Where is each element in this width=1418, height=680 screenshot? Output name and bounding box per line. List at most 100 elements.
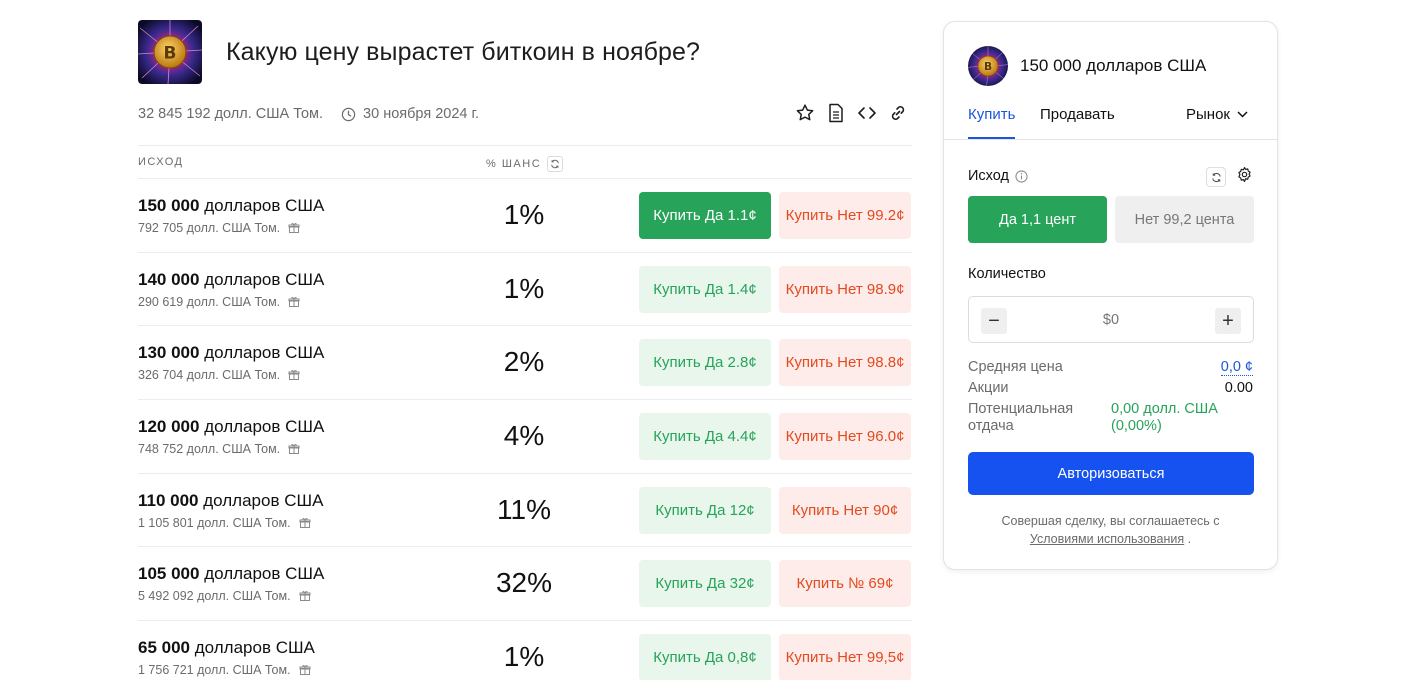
chevron-down-icon bbox=[1237, 111, 1248, 118]
buy-no-button[interactable]: Купить Нет 98.8¢ bbox=[779, 339, 911, 387]
buy-no-button[interactable]: Купить Нет 98.9¢ bbox=[779, 265, 911, 313]
gift-icon[interactable] bbox=[288, 222, 300, 234]
terms-link[interactable]: Условиями использования bbox=[1030, 532, 1184, 546]
buy-yes-button[interactable]: Купить Да 12¢ bbox=[639, 486, 771, 534]
terms-notice: Совершая сделку, вы соглашаетесь с Услов… bbox=[944, 512, 1277, 548]
outcome-chance: 1% bbox=[503, 199, 545, 230]
tab-sell[interactable]: Продавать bbox=[1040, 106, 1115, 123]
header-chance-label: % ШАНС bbox=[486, 158, 542, 170]
table-row[interactable]: 105 000 долларов США 5 492 092 долл. США … bbox=[138, 547, 912, 622]
shares-value: 0.00 bbox=[1224, 380, 1253, 396]
table-row[interactable]: 130 000 долларов США 326 704 долл. США То… bbox=[138, 326, 912, 401]
gift-icon[interactable] bbox=[288, 369, 300, 381]
yes-outcome-button[interactable]: Да 1,1 цент bbox=[968, 196, 1107, 243]
refresh-icon[interactable] bbox=[1206, 167, 1226, 187]
outcome-chance: 2% bbox=[503, 346, 545, 378]
outcome-volume: 1 105 801 долл. США Том. bbox=[138, 516, 311, 530]
market-volume: 32 845 192 долл. США Том. bbox=[138, 106, 324, 122]
table-row[interactable]: 120 000 долларов США 748 752 долл. США То… bbox=[138, 400, 912, 474]
average-price-row: Средняя цена 0,0 ¢ bbox=[968, 359, 1253, 376]
document-icon[interactable] bbox=[826, 103, 846, 123]
outcome-chance: 11% bbox=[497, 493, 551, 525]
table-row[interactable]: 150 000 долларов США 792 705 долл. США То… bbox=[138, 179, 912, 253]
table-row[interactable]: 65 000 долларов США 1 756 721 долл. США Т… bbox=[138, 621, 912, 680]
gift-icon[interactable] bbox=[299, 517, 311, 529]
refresh-icon[interactable] bbox=[547, 156, 564, 172]
gift-icon[interactable] bbox=[299, 664, 311, 676]
buy-no-button[interactable]: Купить Нет 99,5¢ bbox=[779, 634, 911, 680]
gift-icon[interactable] bbox=[288, 443, 300, 455]
outcome-volume: 5 492 092 долл. США Том. bbox=[138, 589, 311, 603]
market-end-date: 30 ноября 2024 г. bbox=[341, 106, 479, 122]
info-icon[interactable] bbox=[1015, 169, 1028, 183]
outcome-volume-text: 5 492 092 долл. США Том. bbox=[138, 589, 291, 604]
trade-tabs: Купить Продавать Рынок bbox=[944, 102, 1277, 140]
no-outcome-button[interactable]: Нет 99,2 цента bbox=[1115, 196, 1254, 243]
table-row[interactable]: 140 000 долларов США 290 619 долл. США То… bbox=[138, 253, 912, 327]
outcome-chance: 1% bbox=[503, 641, 545, 673]
link-icon[interactable] bbox=[888, 103, 908, 123]
end-date-text: 30 ноября 2024 г. bbox=[363, 106, 480, 122]
market-title: Какую цену вырастет биткоин в ноябре? bbox=[226, 37, 701, 66]
outcome-name: 130 000 долларов США bbox=[138, 343, 325, 363]
outcome-volume-text: 1 756 721 долл. США Том. bbox=[138, 663, 291, 678]
outcome-volume-text: 792 705 долл. США Том. bbox=[138, 221, 281, 235]
buy-no-button[interactable]: Купить Нет 96.0¢ bbox=[779, 413, 911, 461]
clock-icon bbox=[341, 107, 356, 121]
tab-buy[interactable]: Купить bbox=[968, 106, 1016, 139]
buy-yes-button[interactable]: Купить Да 1.1¢ bbox=[639, 192, 771, 239]
outcome-chance: 32% bbox=[495, 567, 553, 599]
gift-icon[interactable] bbox=[288, 296, 300, 308]
buy-yes-button[interactable]: Купить Да 2.8¢ bbox=[639, 339, 771, 387]
market-header: Какую цену вырастет биткоин в ноябре? bbox=[138, 20, 912, 84]
outcomes-table-header: ИСХОД % ШАНС bbox=[138, 145, 912, 179]
gear-icon[interactable] bbox=[1236, 166, 1253, 188]
potential-return-value: 0,00 долл. США (0,00%) bbox=[1111, 401, 1218, 434]
terms-end: . bbox=[1187, 532, 1192, 546]
market-actions bbox=[795, 103, 908, 123]
outcome-volume: 326 704 долл. США Том. bbox=[138, 368, 300, 382]
login-button[interactable]: Авторизоваться bbox=[968, 452, 1254, 495]
outcome-volume-text: 290 619 долл. США Том. bbox=[138, 294, 281, 309]
buy-no-button[interactable]: Купить Нет 99.2¢ bbox=[779, 192, 911, 239]
outcome-name: 120 000 долларов США bbox=[138, 417, 325, 437]
outcome-volume: 290 619 долл. США Том. bbox=[138, 295, 300, 309]
quantity-increment-button[interactable]: + bbox=[1215, 308, 1241, 334]
quantity-decrement-button[interactable]: − bbox=[981, 308, 1007, 334]
outcomes-table: 150 000 долларов США 792 705 долл. США То… bbox=[138, 179, 912, 680]
buy-yes-button[interactable]: Купить Да 1.4¢ bbox=[639, 265, 771, 313]
buy-no-button[interactable]: Купить Нет 90¢ bbox=[779, 486, 911, 534]
star-icon[interactable] bbox=[795, 103, 815, 123]
order-type-dropdown[interactable]: Рынок bbox=[1186, 106, 1248, 123]
potential-return-label: Потенциальная отдача bbox=[968, 401, 1074, 434]
average-price-value[interactable]: 0,0 ¢ bbox=[1220, 359, 1253, 376]
quantity-input[interactable] bbox=[1019, 309, 1203, 331]
quantity-stepper: − + bbox=[968, 296, 1254, 343]
outcome-name: 105 000 долларов США bbox=[138, 564, 325, 584]
outcome-volume-text: 1 105 801 долл. США Том. bbox=[138, 515, 291, 530]
potential-return-row: Потенциальная отдача 0,00 долл. США (0,0… bbox=[968, 401, 1253, 435]
trade-panel-header: 150 000 долларов США bbox=[968, 46, 1206, 86]
outcome-section-label: Исход bbox=[968, 168, 1028, 184]
outcome-name: 110 000 долларов США bbox=[138, 490, 324, 510]
buy-yes-button[interactable]: Купить Да 4.4¢ bbox=[639, 413, 771, 461]
buy-yes-button[interactable]: Купить Да 32¢ bbox=[639, 560, 771, 608]
buy-yes-button[interactable]: Купить Да 0,8¢ bbox=[639, 634, 771, 680]
outcome-chance: 1% bbox=[503, 272, 545, 304]
outcome-name: 150 000 долларов США bbox=[138, 196, 325, 215]
shares-label: Акции bbox=[968, 380, 1009, 396]
shares-row: Акции 0.00 bbox=[968, 380, 1253, 396]
terms-text: Совершая сделку, вы соглашаетесь с bbox=[1001, 514, 1220, 528]
trade-panel: 150 000 долларов США Купить Продавать Ры… bbox=[943, 21, 1278, 570]
gift-icon[interactable] bbox=[299, 590, 311, 602]
outcome-volume-text: 326 704 долл. США Том. bbox=[138, 368, 281, 383]
buy-no-button[interactable]: Купить № 69¢ bbox=[779, 560, 911, 608]
outcome-label-text: Исход bbox=[968, 168, 1009, 184]
outcome-avatar bbox=[968, 46, 1008, 86]
outcome-actions bbox=[1206, 166, 1253, 188]
market-meta: 32 845 192 долл. США Том. 30 ноября 2024… bbox=[138, 103, 912, 125]
order-type-label: Рынок bbox=[1186, 106, 1230, 123]
embed-code-icon[interactable] bbox=[857, 103, 877, 123]
table-row[interactable]: 110 000 долларов США 1 105 801 долл. США … bbox=[138, 474, 912, 548]
outcome-volume-text: 748 752 долл. США Том. bbox=[138, 442, 281, 457]
